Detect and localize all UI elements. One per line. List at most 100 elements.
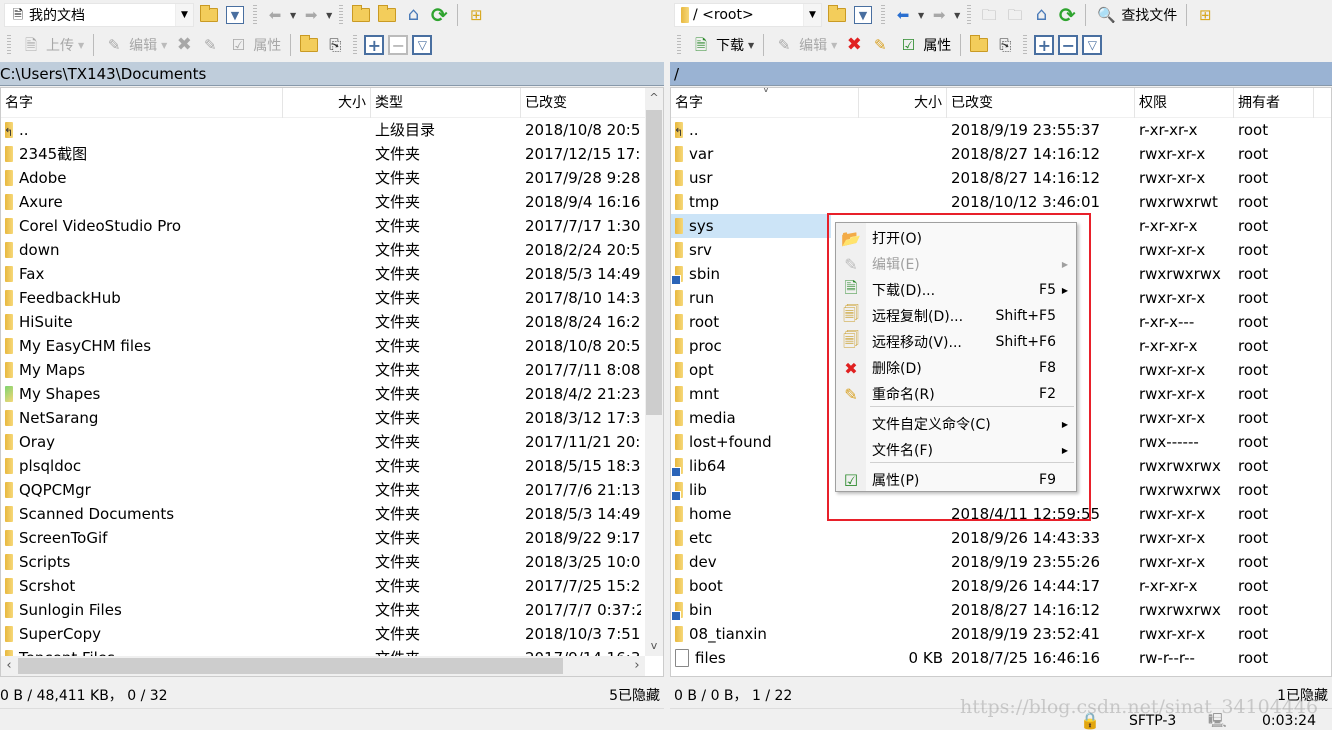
toolbar-grip[interactable] [677,35,681,55]
file-row[interactable]: My Maps 文件夹 2017/7/11 8:08 [1,358,663,382]
back-dropdown-icon[interactable]: ▼ [290,11,296,20]
local-location-combo[interactable]: 🗎 我的文档 ▼ [4,3,194,27]
file-row[interactable]: .. 2018/9/19 23:55:37 r-xr-xr-x root [671,118,1331,142]
back-arrow-icon[interactable]: ⬅ [264,4,286,26]
file-row[interactable]: var 2018/8/27 14:16:12 rwxr-xr-x root [671,142,1331,166]
context-menu-item[interactable]: 🗐 远程移动(V)... Shift+F6 [836,329,1076,355]
scroll-thumb[interactable] [18,658,563,674]
file-row[interactable]: bin 2018/8/27 14:16:12 rwxrwxrwx root [671,598,1331,622]
new-folder-icon[interactable] [298,34,320,56]
open-folder-icon[interactable] [826,4,848,26]
rename-icon[interactable]: ✎ [199,34,221,56]
file-row[interactable]: Axure 文件夹 2018/9/4 16:16 [1,190,663,214]
download-button[interactable]: 🗎 下载 ▼ [688,33,756,57]
file-row[interactable]: dev 2018/9/19 23:55:26 rwxr-xr-x root [671,550,1331,574]
select-plus-icon[interactable]: + [1034,35,1055,55]
new-folder-icon[interactable] [968,34,990,56]
select-minus-icon[interactable]: − [1058,35,1079,55]
toolbar-grip[interactable] [339,5,344,25]
open-folder-icon[interactable] [198,4,220,26]
col-owner[interactable]: 拥有者 [1234,88,1314,118]
forward-arrow-icon[interactable]: ➡ [928,4,950,26]
context-menu-item[interactable]: 文件名(F) ▶ [836,437,1076,463]
file-row[interactable]: boot 2018/9/26 14:44:17 r-xr-xr-x root [671,574,1331,598]
context-menu-item[interactable]: 🗎 下载(D)... F5 ▶ [836,277,1076,303]
file-row[interactable]: NetSarang 文件夹 2018/3/12 17:3 [1,406,663,430]
filter-icon[interactable]: ▼ [852,4,874,26]
local-horizontal-scrollbar[interactable]: ‹ › [1,656,645,676]
back-dropdown-icon[interactable]: ▼ [918,11,924,20]
create-shortcut-icon[interactable]: ⎘ [994,34,1016,56]
col-type[interactable]: 类型 [371,88,521,118]
toolbar-grip[interactable] [967,5,972,25]
file-row[interactable]: tmp 2018/10/12 3:46:01 rwxrwxrwt root [671,190,1331,214]
upload-button[interactable]: 🗎 上传 ▼ [18,33,86,57]
forward-arrow-icon[interactable]: ➡ [300,4,322,26]
context-menu-item[interactable]: ☑ 属性(P) F9 [836,467,1076,493]
toolbar-grip[interactable] [1023,35,1028,55]
col-size[interactable]: 大小 [859,88,947,118]
root-dir-icon[interactable]: 🗀 [1004,4,1026,26]
file-row[interactable]: 2345截图 文件夹 2017/12/15 17: [1,142,663,166]
file-row[interactable]: usr 2018/8/27 14:16:12 rwxr-xr-x root [671,166,1331,190]
file-row[interactable]: Oray 文件夹 2017/11/21 20: [1,430,663,454]
context-menu-item[interactable]: ✎ 编辑(E) ▶ [836,251,1076,277]
remote-location-combo[interactable]: / <root> ▼ [674,3,822,27]
filter-select-icon[interactable]: ▽ [412,35,433,55]
root-dir-icon[interactable] [376,4,398,26]
file-row[interactable]: QQPCMgr 文件夹 2017/7/6 21:13 [1,478,663,502]
edit-button[interactable]: ✎ 编辑 ▼ [101,33,169,57]
local-file-list[interactable]: 名字 大小 类型 已改变 ^ .. 上级目录 2018/10/8 20:5 2345截… [0,87,664,677]
tree-icon[interactable]: ⊞ [1194,4,1216,26]
col-changed[interactable]: 已改变 [521,88,647,118]
find-files-button[interactable]: 🔍 查找文件 [1093,3,1179,27]
filter-icon[interactable]: ▼ [224,4,246,26]
rename-icon[interactable]: ✎ [869,34,891,56]
file-row[interactable]: FeedbackHub 文件夹 2017/8/10 14:3 [1,286,663,310]
file-row[interactable]: home 2018/4/11 12:59:55 rwxr-xr-x root [671,502,1331,526]
home-icon[interactable]: ⌂ [1030,4,1052,26]
delete-icon[interactable]: ✖ [843,34,865,56]
file-row[interactable]: My Shapes 文件夹 2018/4/2 21:23 [1,382,663,406]
properties-button[interactable]: ☑ 属性 [895,33,953,57]
toolbar-grip[interactable] [253,5,257,25]
file-row[interactable]: HiSuite 文件夹 2018/8/24 16:2 [1,310,663,334]
local-vertical-scrollbar[interactable]: ^ v [645,88,663,656]
toolbar-grip[interactable] [881,5,885,25]
chevron-down-icon[interactable]: ▼ [175,4,193,26]
file-row[interactable]: Scanned Documents 文件夹 2018/5/3 14:49 [1,502,663,526]
context-menu-item[interactable]: 文件自定义命令(C) ▶ [836,411,1076,437]
scroll-down-icon[interactable]: v [645,636,663,656]
file-row[interactable]: SuperCopy 文件夹 2018/10/3 7:51 [1,622,663,646]
refresh-icon[interactable]: ⟳ [428,4,450,26]
properties-button[interactable]: ☑ 属性 [225,33,283,57]
file-row[interactable]: Adobe 文件夹 2017/9/28 9:28 [1,166,663,190]
toolbar-grip[interactable] [7,35,11,55]
col-permissions[interactable]: 权限 [1135,88,1234,118]
scroll-thumb[interactable] [646,110,662,415]
file-row[interactable]: .. 上级目录 2018/10/8 20:5 [1,118,663,142]
col-changed[interactable]: 已改变 [947,88,1135,118]
toolbar-grip[interactable] [353,35,358,55]
forward-dropdown-icon[interactable]: ▼ [954,11,960,20]
file-row[interactable]: Sunlogin Files 文件夹 2017/7/7 0:37:2 [1,598,663,622]
file-row[interactable]: ScreenToGif 文件夹 2018/9/22 9:17 [1,526,663,550]
filter-select-icon[interactable]: ▽ [1082,35,1103,55]
file-row[interactable]: Fax 文件夹 2018/5/3 14:49 [1,262,663,286]
parent-dir-icon[interactable]: 🗀 [978,4,1000,26]
file-row[interactable]: 08_tianxin 2018/9/19 23:52:41 rwxr-xr-x roo… [671,622,1331,646]
file-row[interactable]: Scripts 文件夹 2018/3/25 10:0 [1,550,663,574]
tree-icon[interactable]: ⊞ [465,4,487,26]
file-row[interactable]: Corel VideoStudio Pro 文件夹 2017/7/17 1:30 [1,214,663,238]
context-menu-item[interactable]: ✖ 删除(D) F8 [836,355,1076,381]
file-row[interactable]: etc 2018/9/26 14:43:33 rwxr-xr-x root [671,526,1331,550]
col-size[interactable]: 大小 [283,88,371,118]
select-minus-icon[interactable]: − [388,35,409,55]
scroll-up-icon[interactable]: ^ [645,88,663,108]
edit-button[interactable]: ✎ 编辑 ▼ [771,33,839,57]
back-arrow-icon[interactable]: ⬅ [892,4,914,26]
scroll-left-icon[interactable]: ‹ [1,656,17,676]
parent-dir-icon[interactable] [350,4,372,26]
scroll-right-icon[interactable]: › [629,656,645,676]
select-plus-icon[interactable]: + [364,35,385,55]
